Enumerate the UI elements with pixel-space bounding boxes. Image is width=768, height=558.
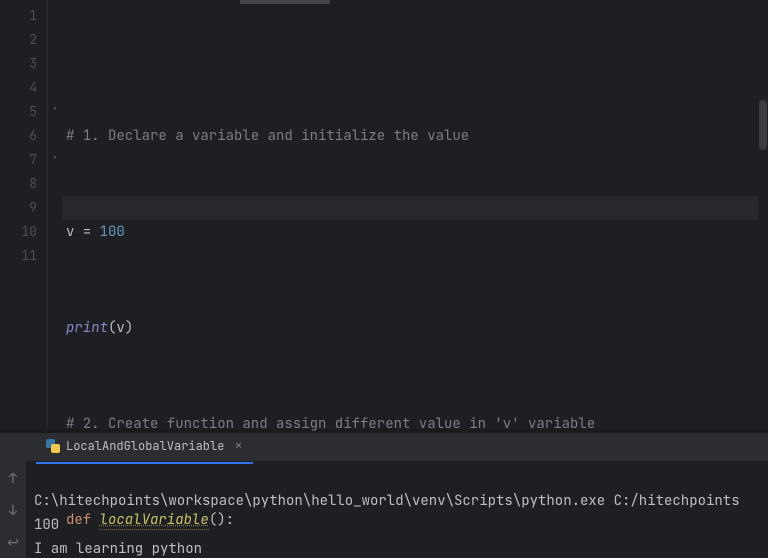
line-number: 5	[0, 100, 37, 124]
arrow-down-icon[interactable]: ↓	[4, 499, 22, 523]
keyword-def: def	[66, 511, 100, 529]
operator: =	[74, 223, 99, 241]
vertical-scrollbar[interactable]	[758, 0, 768, 429]
line-number: 7	[0, 148, 37, 172]
editor-pane: 1 2 3 4 5 6 7 8 9 10 11 ▾ ▴ # 1. Declare…	[0, 0, 768, 430]
run-toolbar: ↑ ↓ ↩ ⤓	[0, 433, 26, 558]
fold-gutter: ▾ ▴	[48, 0, 62, 429]
line-number: 1	[0, 4, 37, 28]
line-number: 11	[0, 244, 37, 268]
line-number: 3	[0, 52, 37, 76]
line-number: 6	[0, 124, 37, 148]
python-file-icon	[46, 439, 60, 453]
paren: )	[125, 319, 133, 337]
line-number: 8	[0, 172, 37, 196]
comment: # 2. Create function and assign differen…	[66, 415, 595, 433]
arrow-up-icon[interactable]: ↑	[4, 467, 22, 491]
soft-wrap-icon[interactable]: ↩	[4, 531, 22, 555]
line-number: 4	[0, 76, 37, 100]
signature: ():	[209, 511, 234, 529]
current-line-highlight	[62, 196, 768, 220]
function-name: localVariable	[100, 511, 209, 530]
line-number: 2	[0, 28, 37, 52]
comment: # 1. Declare a variable and initialize t…	[66, 127, 469, 145]
vertical-scrollbar-thumb[interactable]	[759, 100, 767, 150]
fold-close-icon[interactable]: ▴	[50, 152, 60, 162]
fold-open-icon[interactable]: ▾	[50, 104, 60, 114]
console-line: 100	[34, 516, 59, 534]
number-literal: 100	[100, 223, 125, 241]
line-number: 10	[0, 220, 37, 244]
line-number: 9	[0, 196, 37, 220]
code-area[interactable]: # 1. Declare a variable and initialize t…	[62, 0, 768, 429]
builtin-call: print	[66, 319, 108, 337]
variable: v	[116, 319, 124, 337]
line-number-gutter: 1 2 3 4 5 6 7 8 9 10 11	[0, 0, 48, 429]
